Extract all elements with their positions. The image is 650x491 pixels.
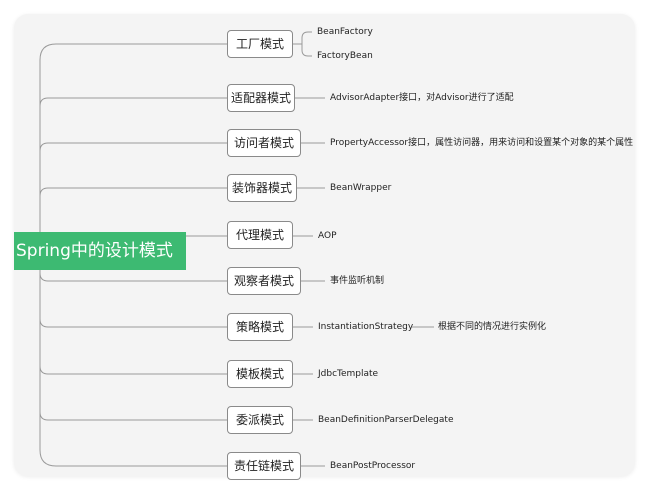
leaf-instantiationstrategy: InstantiationStrategy xyxy=(318,322,414,332)
pattern-node-strategy: 策略模式 xyxy=(227,313,293,341)
pattern-node-factory: 工厂模式 xyxy=(227,30,293,58)
leaf-factorybean: FactoryBean xyxy=(317,51,373,61)
pattern-node-observer: 观察者模式 xyxy=(227,267,301,295)
pattern-node-adapter: 适配器模式 xyxy=(227,84,295,112)
leaf-instantiation-note: 根据不同的情况进行实例化 xyxy=(438,322,547,332)
leaf-propertyaccessor: PropertyAccessor接口，属性访问器，用来访问和设置某个对象的某个属… xyxy=(330,138,634,148)
pattern-node-proxy: 代理模式 xyxy=(227,221,293,249)
leaf-jdbctemplate: JdbcTemplate xyxy=(318,369,379,379)
leaf-beandefinitionparserdelegate: BeanDefinitionParserDelegate xyxy=(318,415,454,425)
pattern-node-delegate: 委派模式 xyxy=(227,406,293,434)
leaf-event-listener: 事件监听机制 xyxy=(330,276,385,286)
root-node: Spring中的设计模式 xyxy=(14,232,186,270)
leaf-advisoradapter: AdvisorAdapter接口，对Advisor进行了适配 xyxy=(330,93,514,103)
leaf-beanpostprocessor: BeanPostProcessor xyxy=(330,461,416,471)
pattern-node-visitor: 访问者模式 xyxy=(227,129,301,157)
pattern-node-decorator: 装饰器模式 xyxy=(227,174,297,202)
leaf-aop: AOP xyxy=(318,231,337,241)
pattern-node-chain: 责任链模式 xyxy=(227,452,301,480)
leaf-beanfactory: BeanFactory xyxy=(317,27,373,37)
pattern-node-template: 模板模式 xyxy=(227,360,293,388)
leaf-beanwrapper: BeanWrapper xyxy=(330,183,392,193)
